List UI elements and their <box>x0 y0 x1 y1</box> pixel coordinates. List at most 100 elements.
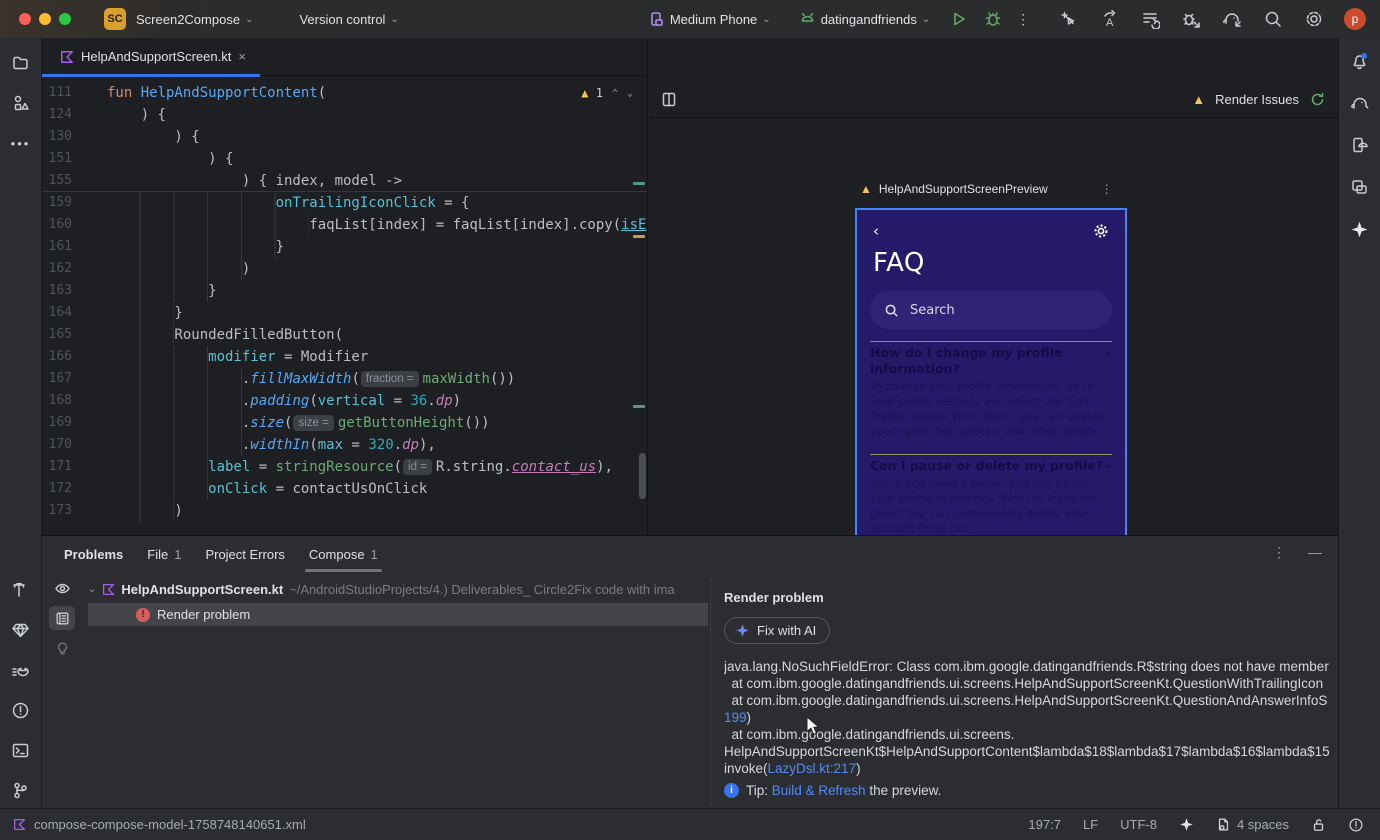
preview-frame-title[interactable]: ▲ HelpAndSupportScreenPreview ⋮ <box>860 182 1113 196</box>
line-number[interactable]: 124 <box>42 104 72 126</box>
settings-gear-icon[interactable] <box>1303 8 1325 30</box>
tab-file[interactable]: File 1 <box>137 536 191 572</box>
code-line[interactable]: 170 .widthIn(max = 320.dp), <box>42 434 647 456</box>
line-ending[interactable]: LF <box>1083 817 1098 832</box>
line-number[interactable]: 130 <box>42 126 72 148</box>
tree-file-row[interactable]: ⌄ HelpAndSupportScreen.kt ~/AndroidStudi… <box>88 578 708 601</box>
code-area[interactable]: ▲ 1 ⌃ ⌄ 111 fun HelpAndSupportContent(124… <box>42 76 647 535</box>
user-avatar[interactable]: p <box>1344 8 1366 30</box>
code-line[interactable]: 164} <box>42 302 647 324</box>
code-line[interactable]: 168 .padding(vertical = 36.dp) <box>42 390 647 412</box>
details-view-icon[interactable] <box>49 606 75 630</box>
minimize-panel-icon[interactable]: — <box>1308 544 1322 561</box>
unlocked-padlock-icon[interactable] <box>1311 817 1326 832</box>
line-number[interactable]: 160 <box>42 214 72 236</box>
indent-setting[interactable]: 4 spaces <box>1216 817 1289 832</box>
problems-tool-icon[interactable] <box>6 695 36 725</box>
code-line[interactable]: 159 onTrailingIconClick = { <box>42 192 647 214</box>
panel-options-icon[interactable]: ⋮ <box>1272 544 1286 561</box>
code-line[interactable]: 111 fun HelpAndSupportContent( <box>42 82 647 104</box>
code-line[interactable]: 155) { index, model -> <box>42 170 647 192</box>
running-devices-icon[interactable] <box>1345 172 1375 202</box>
line-number[interactable]: 162 <box>42 258 72 280</box>
preview-options-icon[interactable]: ⋮ <box>1101 182 1113 196</box>
line-number[interactable]: 166 <box>42 346 72 368</box>
stack-link[interactable]: 199 <box>724 710 747 725</box>
device-manager-icon[interactable] <box>1345 130 1375 160</box>
lightbulb-icon[interactable] <box>49 636 75 660</box>
line-number[interactable]: 164 <box>42 302 72 324</box>
code-line[interactable]: 124) { <box>42 104 647 126</box>
next-problem-icon[interactable]: ⌄ <box>627 88 633 99</box>
file-encoding[interactable]: UTF-8 <box>1120 817 1157 832</box>
split-editor-icon[interactable] <box>661 91 678 108</box>
app-quality-insights-icon[interactable] <box>6 615 36 645</box>
code-line[interactable]: 166 modifier = Modifier <box>42 346 647 368</box>
tab-problems[interactable]: Problems <box>54 536 133 572</box>
editor-tab-helpandsupportscreen[interactable]: HelpAndSupportScreen.kt × <box>42 38 260 77</box>
line-number[interactable]: 170 <box>42 434 72 456</box>
fix-with-ai-button[interactable]: Fix with AI <box>724 617 831 644</box>
more-tool-windows-icon[interactable]: ••• <box>6 128 36 158</box>
gradle-sync-icon[interactable] <box>1221 8 1243 30</box>
tab-project-errors[interactable]: Project Errors <box>195 536 294 572</box>
close-tab-icon[interactable]: × <box>238 49 246 64</box>
project-tool-icon[interactable] <box>6 48 36 78</box>
build-refresh-link[interactable]: Build & Refresh <box>772 783 866 798</box>
render-issues-label[interactable]: Render Issues <box>1215 92 1299 107</box>
code-line[interactable]: 173) <box>42 500 647 522</box>
line-number[interactable]: 173 <box>42 500 72 522</box>
line-number[interactable]: 159 <box>42 192 72 214</box>
more-run-actions-button[interactable]: ⋮ <box>1012 8 1034 30</box>
resource-manager-icon[interactable] <box>6 88 36 118</box>
terminal-tool-icon[interactable] <box>6 735 36 765</box>
version-control-menu[interactable]: Version control ⌄ <box>299 12 398 27</box>
editor-scrollbar-thumb[interactable] <box>639 453 646 499</box>
line-number[interactable]: 165 <box>42 324 72 346</box>
code-line[interactable]: 172 onClick = contactUsOnClick <box>42 478 647 500</box>
code-line[interactable]: 163} <box>42 280 647 302</box>
code-line[interactable]: 171 label = stringResource(id = R.string.c… <box>42 456 647 478</box>
attach-debugger-icon[interactable] <box>1180 8 1202 30</box>
tab-compose[interactable]: Compose 1 <box>299 536 388 572</box>
ai-sparkle-icon[interactable] <box>1179 817 1194 832</box>
code-line[interactable]: 160 faqList[index] = faqList[index].copy(… <box>42 214 647 236</box>
build-tool-icon[interactable] <box>6 575 36 605</box>
line-number[interactable]: 163 <box>42 280 72 302</box>
close-window-button[interactable] <box>19 13 31 25</box>
code-line[interactable]: 162) <box>42 258 647 280</box>
line-number[interactable]: 167 <box>42 368 72 390</box>
line-number[interactable]: 172 <box>42 478 72 500</box>
search-everywhere-icon[interactable] <box>1262 8 1284 30</box>
tree-error-row-selected[interactable]: ! Render problem <box>88 603 708 626</box>
prev-problem-icon[interactable]: ⌃ <box>612 88 618 99</box>
gradle-tool-icon[interactable] <box>1345 88 1375 118</box>
refresh-icon[interactable] <box>1309 91 1326 108</box>
code-line[interactable]: 169 .size(size = getButtonHeight()) <box>42 412 647 434</box>
sync-changes-icon[interactable] <box>1139 8 1161 30</box>
debug-button[interactable] <box>982 8 1004 30</box>
project-menu[interactable]: Screen2Compose ⌄ <box>136 12 253 27</box>
notifications-bell-icon[interactable] <box>1345 46 1375 76</box>
git-tool-icon[interactable] <box>6 775 36 805</box>
error-highlight-icon[interactable] <box>1348 817 1364 833</box>
code-line[interactable]: 161} <box>42 236 647 258</box>
line-number[interactable]: 111 <box>42 82 72 104</box>
line-number[interactable]: 168 <box>42 390 72 412</box>
minimize-window-button[interactable] <box>39 13 51 25</box>
run-configuration-selector[interactable]: datingandfriends ⌄ <box>799 11 930 27</box>
logcat-tool-icon[interactable] <box>6 655 36 685</box>
maximize-window-button[interactable] <box>59 13 71 25</box>
run-button[interactable] <box>948 8 970 30</box>
preview-eye-icon[interactable] <box>49 576 75 600</box>
line-number[interactable]: 169 <box>42 412 72 434</box>
code-with-ai-icon[interactable]: A <box>1098 8 1120 30</box>
line-number[interactable]: 161 <box>42 236 72 258</box>
line-number[interactable]: 171 <box>42 456 72 478</box>
line-number[interactable]: 151 <box>42 148 72 170</box>
caret-position[interactable]: 197:7 <box>1028 817 1061 832</box>
code-line[interactable]: 130) { <box>42 126 647 148</box>
code-line[interactable]: 151) { <box>42 148 647 170</box>
device-selector[interactable]: Medium Phone ⌄ <box>649 11 771 27</box>
build-and-run-icon[interactable] <box>1057 8 1079 30</box>
